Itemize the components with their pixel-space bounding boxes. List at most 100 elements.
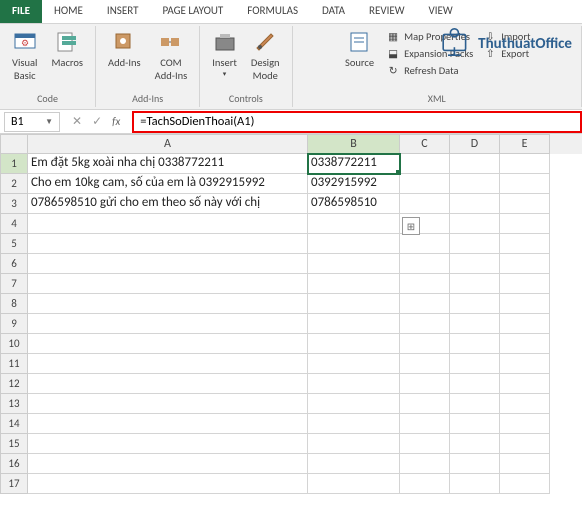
cell-d13[interactable] xyxy=(450,394,500,414)
cell-c3[interactable] xyxy=(400,194,450,214)
cell-e6[interactable] xyxy=(500,254,550,274)
cell-c7[interactable] xyxy=(400,274,450,294)
map-properties-button[interactable]: ▦ Map Properties xyxy=(382,28,477,44)
tab-home[interactable]: HOME xyxy=(42,0,95,23)
row-header[interactable]: 8 xyxy=(0,294,28,314)
cell-b1[interactable]: 0338772211 xyxy=(308,154,400,174)
row-header[interactable]: 4 xyxy=(0,214,28,234)
row-header[interactable]: 5 xyxy=(0,234,28,254)
tab-data[interactable]: DATA xyxy=(310,0,357,23)
cell-c9[interactable] xyxy=(400,314,450,334)
cell-a6[interactable] xyxy=(28,254,308,274)
cell-d10[interactable] xyxy=(450,334,500,354)
cell-d16[interactable] xyxy=(450,454,500,474)
column-header-a[interactable]: A xyxy=(28,134,308,154)
cell-a16[interactable] xyxy=(28,454,308,474)
cell-c14[interactable] xyxy=(400,414,450,434)
cell-e3[interactable] xyxy=(500,194,550,214)
cell-e9[interactable] xyxy=(500,314,550,334)
cell-b11[interactable] xyxy=(308,354,400,374)
fx-icon[interactable]: fx xyxy=(112,115,120,128)
cell-c1[interactable] xyxy=(400,154,450,174)
cell-e2[interactable] xyxy=(500,174,550,194)
insert-control-button[interactable]: Insert ▾ xyxy=(206,28,243,90)
cell-b10[interactable] xyxy=(308,334,400,354)
cell-b4[interactable] xyxy=(308,214,400,234)
cell-a8[interactable] xyxy=(28,294,308,314)
cell-b8[interactable] xyxy=(308,294,400,314)
cell-b7[interactable] xyxy=(308,274,400,294)
cell-c13[interactable] xyxy=(400,394,450,414)
cell-a7[interactable] xyxy=(28,274,308,294)
column-header-d[interactable]: D xyxy=(450,134,500,154)
source-button[interactable]: Source xyxy=(339,28,380,72)
row-header[interactable]: 6 xyxy=(0,254,28,274)
cell-e14[interactable] xyxy=(500,414,550,434)
row-header[interactable]: 2 xyxy=(0,174,28,194)
cell-a2[interactable]: Cho em 10kg cam, số của em là 0392915992 xyxy=(28,174,308,194)
row-header[interactable]: 7 xyxy=(0,274,28,294)
refresh-data-button[interactable]: ↻ Refresh Data xyxy=(382,62,477,78)
cell-d5[interactable] xyxy=(450,234,500,254)
cell-e4[interactable] xyxy=(500,214,550,234)
cell-a10[interactable] xyxy=(28,334,308,354)
cell-b13[interactable] xyxy=(308,394,400,414)
row-header[interactable]: 17 xyxy=(0,474,28,494)
row-header[interactable]: 16 xyxy=(0,454,28,474)
cell-a4[interactable] xyxy=(28,214,308,234)
cancel-formula-icon[interactable]: ✕ xyxy=(72,114,82,129)
fill-handle[interactable] xyxy=(396,170,400,174)
row-header[interactable]: 9 xyxy=(0,314,28,334)
expansion-packs-button[interactable]: ⬓ Expansion Packs xyxy=(382,45,477,61)
import-button[interactable]: ⇩ Import xyxy=(479,28,534,44)
row-header[interactable]: 15 xyxy=(0,434,28,454)
tab-insert[interactable]: INSERT xyxy=(95,0,151,23)
cell-a14[interactable] xyxy=(28,414,308,434)
cell-a5[interactable] xyxy=(28,234,308,254)
cell-d9[interactable] xyxy=(450,314,500,334)
row-header[interactable]: 12 xyxy=(0,374,28,394)
cell-d6[interactable] xyxy=(450,254,500,274)
cell-e1[interactable] xyxy=(500,154,550,174)
cell-c16[interactable] xyxy=(400,454,450,474)
visual-basic-button[interactable]: ⚙ Visual Basic xyxy=(6,28,43,90)
row-header[interactable]: 1 xyxy=(0,154,28,174)
cell-c2[interactable] xyxy=(400,174,450,194)
cell-c11[interactable] xyxy=(400,354,450,374)
row-header[interactable]: 3 xyxy=(0,194,28,214)
cell-a13[interactable] xyxy=(28,394,308,414)
cell-a11[interactable] xyxy=(28,354,308,374)
cell-d3[interactable] xyxy=(450,194,500,214)
cell-b6[interactable] xyxy=(308,254,400,274)
cell-d7[interactable] xyxy=(450,274,500,294)
cell-d1[interactable] xyxy=(450,154,500,174)
tab-view[interactable]: VIEW xyxy=(417,0,465,23)
cell-a9[interactable] xyxy=(28,314,308,334)
cell-c5[interactable] xyxy=(400,234,450,254)
cell-b15[interactable] xyxy=(308,434,400,454)
design-mode-button[interactable]: Design Mode xyxy=(245,28,286,90)
cell-e13[interactable] xyxy=(500,394,550,414)
cell-a17[interactable] xyxy=(28,474,308,494)
cell-e15[interactable] xyxy=(500,434,550,454)
cell-e11[interactable] xyxy=(500,354,550,374)
cell-c17[interactable] xyxy=(400,474,450,494)
cell-d17[interactable] xyxy=(450,474,500,494)
row-header[interactable]: 14 xyxy=(0,414,28,434)
cell-e7[interactable] xyxy=(500,274,550,294)
cell-c10[interactable] xyxy=(400,334,450,354)
cell-b12[interactable] xyxy=(308,374,400,394)
cell-d11[interactable] xyxy=(450,354,500,374)
tab-file[interactable]: FILE xyxy=(0,0,42,23)
cell-c12[interactable] xyxy=(400,374,450,394)
cell-a1[interactable]: Em đặt 5kg xoài nha chị 0338772211 xyxy=(28,154,308,174)
column-header-c[interactable]: C xyxy=(400,134,450,154)
cell-d2[interactable] xyxy=(450,174,500,194)
cell-c8[interactable] xyxy=(400,294,450,314)
cell-c15[interactable] xyxy=(400,434,450,454)
tab-page-layout[interactable]: PAGE LAYOUT xyxy=(150,0,235,23)
cell-c6[interactable] xyxy=(400,254,450,274)
select-all-corner[interactable] xyxy=(0,134,28,154)
cell-b17[interactable] xyxy=(308,474,400,494)
cell-b5[interactable] xyxy=(308,234,400,254)
